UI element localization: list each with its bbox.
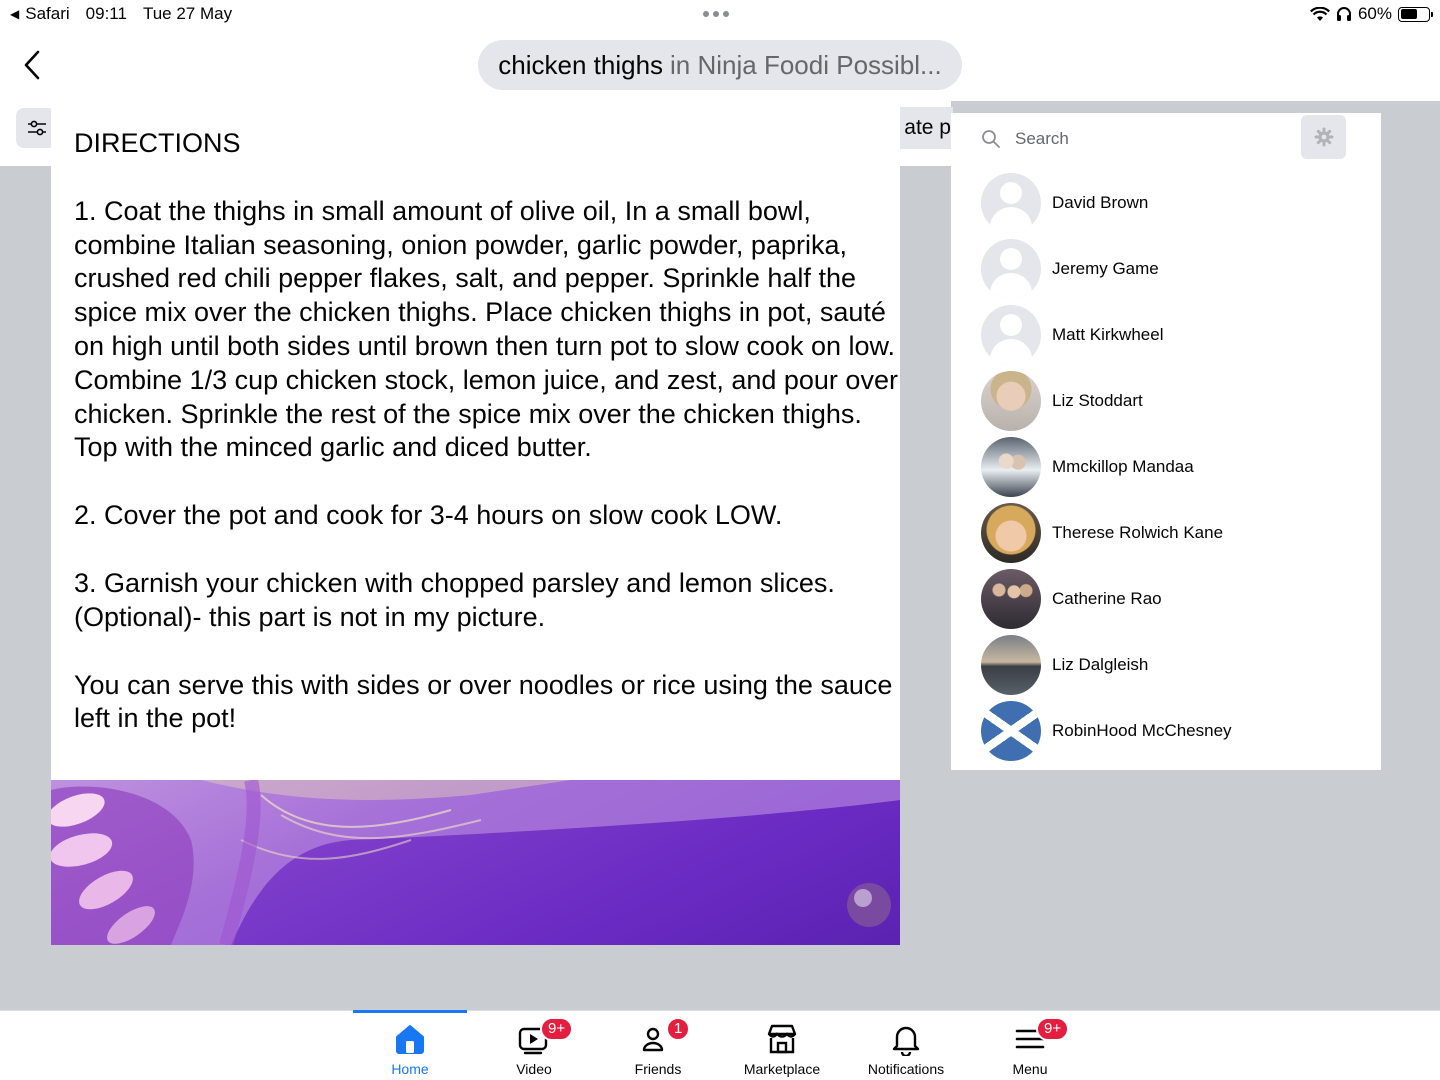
avatar [981,503,1041,563]
filter-chip-label: ate p [904,116,951,139]
post-paragraph: You can serve this with sides or over no… [74,669,893,734]
tab-friends[interactable]: 1 Friends [598,1011,718,1080]
tab-label: Marketplace [743,1061,821,1077]
tab-label: Video [516,1061,552,1077]
contacts-search[interactable]: Search [981,129,1069,149]
avatar [981,701,1041,761]
contacts-panel: Search David Brown Jeremy Game Matt Kirk… [951,113,1381,770]
tab-video[interactable]: 9+ Video [474,1011,594,1080]
contact-item[interactable]: Liz Stoddart [981,368,1232,434]
post-paragraph: 1. Coat the thighs in small amount of ol… [74,195,898,463]
post-paragraph: 2. Cover the pot and cook for 3-4 hours … [74,500,783,531]
battery-icon [1398,6,1433,22]
back-button[interactable] [18,48,48,82]
tab-label: Home [391,1061,429,1077]
post-photo[interactable] [51,780,900,945]
avatar [981,437,1041,497]
contact-name: Liz Dalgleish [1052,655,1149,674]
bottom-tab-bar: Home 9+ Video 1 Friends Marketplace Noti… [0,1010,1440,1080]
multitasking-dots-icon[interactable] [703,11,729,17]
bell-icon [888,1021,924,1057]
post-heading: DIRECTIONS [74,128,241,158]
wifi-icon [1309,6,1330,21]
contact-item[interactable]: Liz Dalgleish [981,632,1232,698]
avatar [981,371,1041,431]
avatar [981,173,1041,233]
contact-name: Mmckillop Mandaa [1052,457,1194,476]
friends-badge: 1 [666,1017,691,1041]
contacts-settings-button[interactable] [1301,115,1346,159]
contact-name: Therese Rolwich Kane [1052,523,1224,542]
status-date: Tue 27 May [142,4,233,23]
tab-label: Notifications [867,1061,945,1077]
status-time: 09:11 [85,4,127,23]
filter-button[interactable] [16,108,56,148]
contact-name: Matt Kirkwheel [1052,325,1164,344]
search-icon [982,130,1000,148]
search-scope-text: in Ninja Foodi Possibl... [670,49,942,80]
chevron-left-icon [24,50,40,80]
status-bar-left: ◀ Safari 09:11 Tue 27 May [10,4,232,24]
contact-item[interactable]: Catherine Rao [981,566,1232,632]
post-photo-art [51,780,900,945]
contact-item[interactable]: Matt Kirkwheel [981,302,1232,368]
headphones-icon [1336,7,1351,21]
tab-label: Friends [634,1061,682,1077]
sliders-icon [28,120,46,136]
video-badge: 9+ [540,1017,574,1041]
avatar [981,569,1041,629]
contact-item[interactable]: Mmckillop Mandaa [981,434,1232,500]
home-icon [392,1021,428,1057]
contacts-list: David Brown Jeremy Game Matt Kirkwheel L… [981,170,1232,764]
contact-name: Jeremy Game [1052,259,1159,278]
search-query-text: chicken thighs [498,49,664,80]
contact-name: RobinHood McChesney [1052,721,1232,740]
contact-name: Liz Stoddart [1052,391,1143,410]
contact-name: David Brown [1052,193,1149,212]
contact-item[interactable]: Therese Rolwich Kane [981,500,1232,566]
contact-item[interactable]: Jeremy Game [981,236,1232,302]
tab-menu[interactable]: 9+ Menu [970,1011,1090,1080]
back-to-app-label[interactable]: Safari [25,4,69,24]
avatar [981,635,1041,695]
status-bar: ◀ Safari 09:11 Tue 27 May 60% [0,0,1440,28]
back-to-app-icon[interactable]: ◀ [10,7,19,21]
avatar [981,305,1041,365]
menu-badge: 9+ [1036,1017,1070,1041]
search-query-pill[interactable]: chicken thighs in Ninja Foodi Possibl... [478,40,962,90]
avatar [981,239,1041,299]
tab-marketplace[interactable]: Marketplace [722,1011,842,1080]
marketplace-icon [764,1021,800,1057]
contact-item[interactable]: RobinHood McChesney [981,698,1232,764]
gear-icon [1314,127,1333,147]
post-paragraph: 3. Garnish your chicken with chopped par… [74,567,835,632]
status-bar-right: 60% [1309,4,1433,24]
filter-chip[interactable]: ate p [893,107,953,149]
contacts-search-placeholder: Search [1015,129,1069,148]
tab-notifications[interactable]: Notifications [846,1011,966,1080]
contact-name: Catherine Rao [1052,589,1162,608]
tab-label: Menu [1012,1061,1048,1077]
battery-percent: 60% [1357,4,1392,23]
post-card: DIRECTIONS 1. Coat the thighs in small a… [51,101,900,780]
contact-item[interactable]: David Brown [981,170,1232,236]
tab-home[interactable]: Home [350,1010,470,1080]
